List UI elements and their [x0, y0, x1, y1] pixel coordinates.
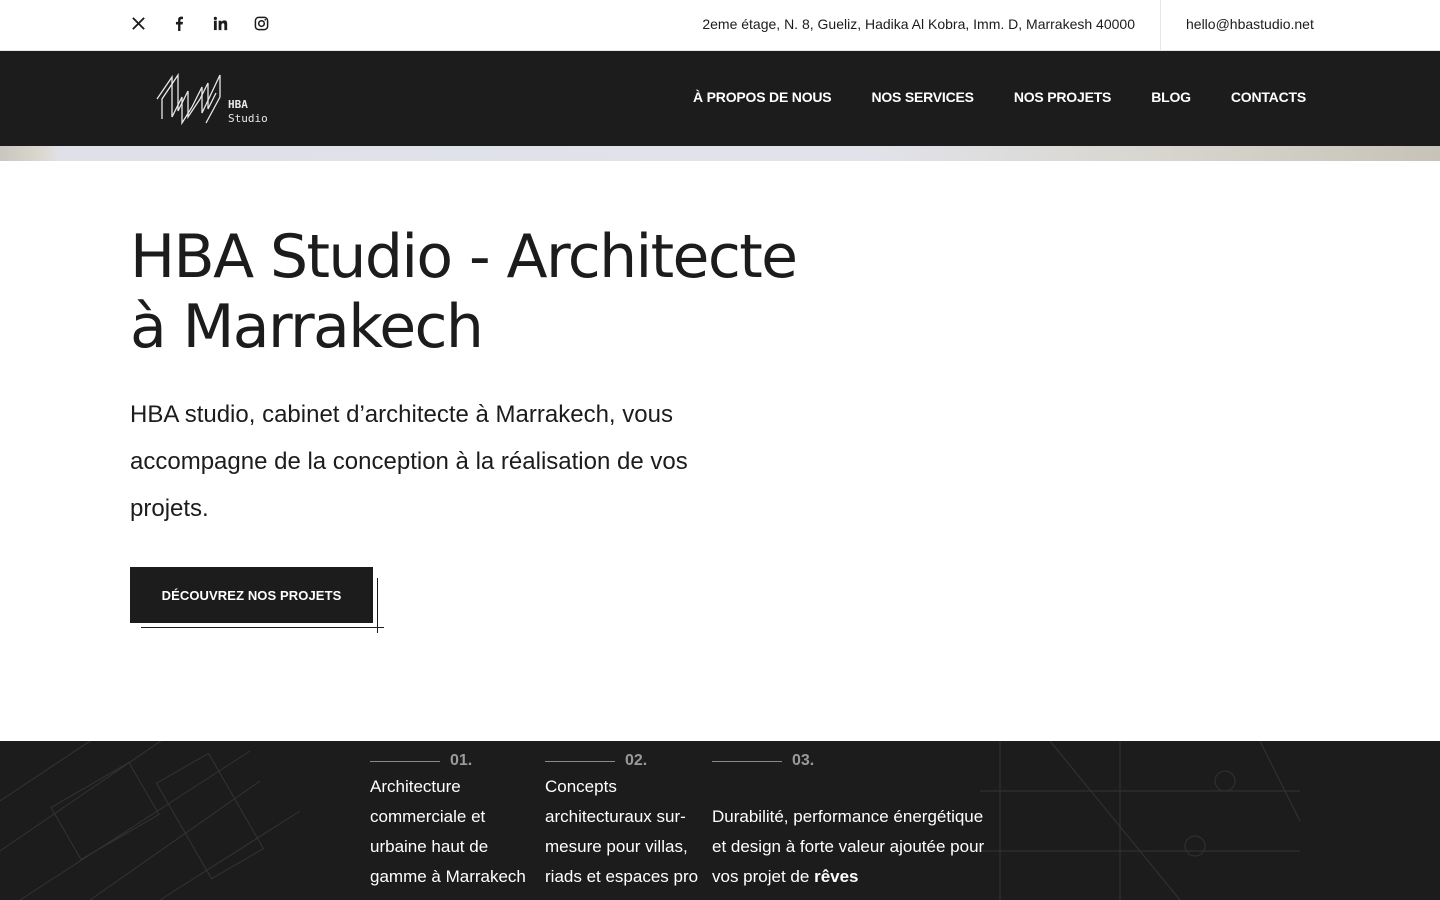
feature-rule — [712, 760, 782, 762]
nav-item-blog[interactable]: BLOG — [1151, 89, 1191, 105]
divider — [1160, 0, 1161, 51]
feature-number: 03. — [792, 752, 815, 769]
features-band: 01. Architecture commerciale et urbaine … — [0, 741, 1440, 900]
discover-projects-button[interactable]: DÉCOUVREZ NOS PROJETS — [130, 567, 373, 623]
nav-item-contacts[interactable]: CONTACTS — [1231, 89, 1306, 105]
linkedin-icon[interactable] — [212, 16, 253, 34]
cta-decor-line — [377, 578, 378, 633]
hero-image-strip — [0, 146, 1440, 161]
logo-mark-icon — [156, 73, 221, 126]
feature-number: 01. — [450, 752, 473, 769]
primary-nav: À PROPOS DE NOUS NOS SERVICES NOS PROJET… — [693, 89, 1306, 105]
feature-rule — [370, 760, 440, 762]
feature-number: 02. — [625, 752, 648, 769]
email-link[interactable]: hello@hbastudio.net — [1186, 16, 1314, 32]
nav-item-projets[interactable]: NOS PROJETS — [1014, 89, 1112, 105]
page-title-line1: HBA Studio - Architecte — [130, 222, 798, 292]
feature-text: Durabilité, performance énergétique et d… — [712, 802, 987, 892]
page-title-line2: à Marrakech — [130, 292, 484, 362]
page-title: HBA Studio - Architecte à Marrakech — [130, 222, 830, 362]
feature-text: Concepts architecturaux sur-mesure pour … — [545, 777, 699, 886]
nav-item-services[interactable]: NOS SERVICES — [871, 89, 974, 105]
main-navbar: HBA Studio À PROPOS DE NOUS NOS SERVICES… — [0, 51, 1440, 146]
logo-text-hba: HBA — [228, 98, 248, 111]
cta-decor-line — [141, 627, 384, 628]
nav-item-a-propos[interactable]: À PROPOS DE NOUS — [693, 89, 832, 105]
logo[interactable]: HBA Studio — [156, 73, 286, 127]
facebook-icon[interactable] — [171, 16, 212, 34]
top-bar: 2eme étage, N. 8, Gueliz, Hadika Al Kobr… — [0, 0, 1440, 51]
feature-rule — [545, 760, 615, 762]
social-links — [130, 16, 294, 34]
instagram-icon[interactable] — [253, 16, 294, 34]
feature-text: Architecture commerciale et urbaine haut… — [370, 777, 526, 886]
hero-description: HBA studio, cabinet d’architecte à Marra… — [130, 401, 688, 522]
address-text: 2eme étage, N. 8, Gueliz, Hadika Al Kobr… — [702, 16, 1135, 32]
logo-text-studio: Studio — [228, 112, 268, 125]
x-twitter-icon[interactable] — [130, 16, 171, 34]
feature-text-bold: rêves — [814, 867, 859, 886]
